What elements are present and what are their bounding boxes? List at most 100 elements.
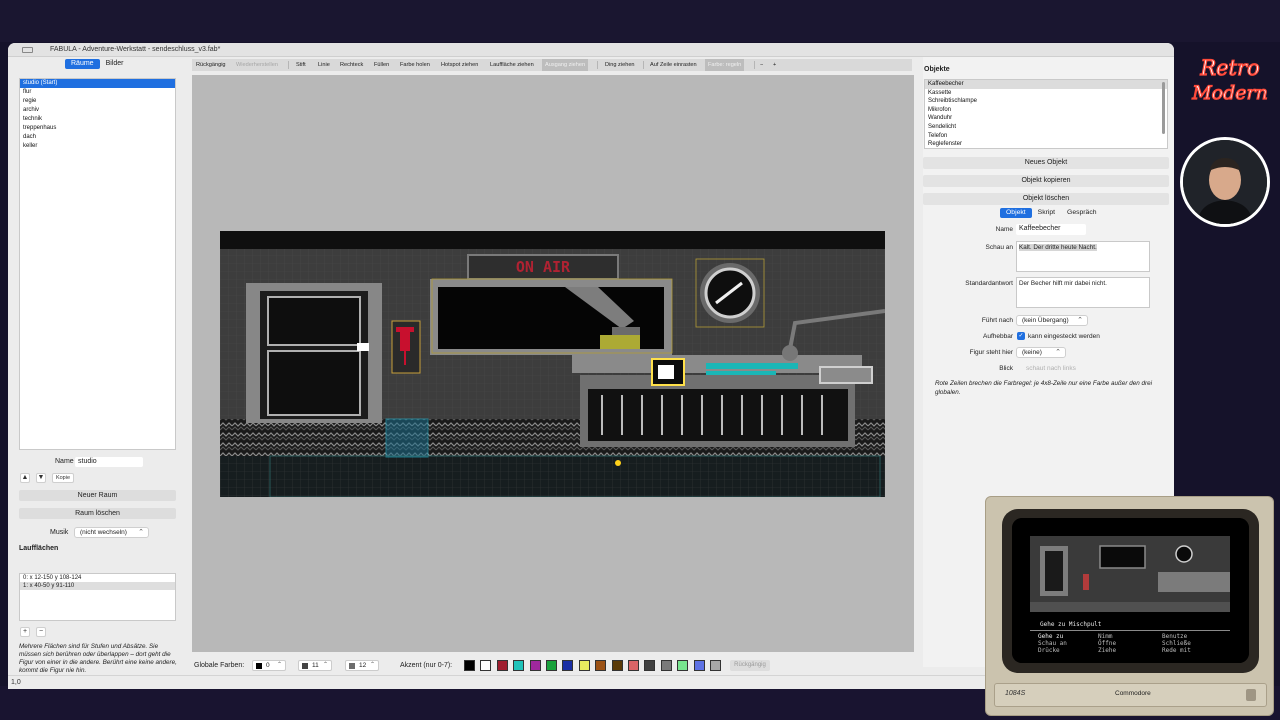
- list-item-object[interactable]: Kaffeebecher: [925, 80, 1167, 89]
- accent-color-swatch[interactable]: [611, 660, 623, 671]
- music-select[interactable]: (nicht wechseln): [74, 527, 149, 538]
- list-item-object[interactable]: Reglefenster: [925, 140, 1167, 149]
- tool-hotspot[interactable]: Hotspot ziehen: [441, 59, 478, 71]
- object-list[interactable]: Kaffeebecher Kassette Schreibtischlampe …: [924, 79, 1168, 149]
- global-color-select-1[interactable]: 0: [252, 660, 286, 671]
- redo-button[interactable]: Wiederherstellen: [236, 59, 278, 71]
- list-item-room[interactable]: treppenhaus: [20, 124, 175, 133]
- tool-pen[interactable]: Stift: [296, 59, 306, 71]
- crt-verb: Nimm: [1098, 633, 1113, 640]
- tool-pick-color[interactable]: Farbe holen: [400, 59, 430, 71]
- walkarea-list[interactable]: 0: x 12-150 y 108-124 1: x 40-50 y 91-11…: [19, 573, 176, 621]
- list-item-room[interactable]: studio (Start): [20, 79, 175, 88]
- copy-room-button[interactable]: Kopie: [52, 473, 74, 483]
- object-list-scrollbar[interactable]: [1162, 82, 1165, 134]
- undo-button[interactable]: Rückgängig: [196, 59, 226, 71]
- look-text-area[interactable]: Kalt. Der dritte heute Nacht.: [1016, 241, 1150, 272]
- leads-to-select[interactable]: (kein Übergang): [1016, 315, 1088, 326]
- zoom-readout: 1,0: [11, 679, 21, 686]
- monitor-base: 1084S Commodore: [994, 683, 1267, 707]
- tab-images[interactable]: Bilder: [100, 59, 130, 69]
- list-item-room[interactable]: keller: [20, 142, 175, 151]
- list-item-object[interactable]: Mikrofon: [925, 106, 1167, 115]
- crt-screen: Gehe zu Mischpult Gehe zu Nimm Benutze S…: [1012, 518, 1249, 663]
- new-object-button[interactable]: Neues Objekt: [923, 157, 1169, 169]
- accent-color-swatch[interactable]: [710, 660, 721, 671]
- object-name-field[interactable]: Kaffeebecher: [1016, 224, 1086, 235]
- accent-color-swatch[interactable]: [595, 660, 607, 671]
- tool-exit[interactable]: Ausgang ziehen: [542, 59, 589, 71]
- tab-object[interactable]: Objekt: [1000, 208, 1032, 218]
- retro-modern-logo: Retro Modern: [1191, 55, 1269, 104]
- figure-stands-select[interactable]: (keine): [1016, 347, 1066, 358]
- accent-color-swatch[interactable]: [578, 660, 590, 671]
- accent-color-swatch[interactable]: [628, 660, 639, 671]
- delete-room-button[interactable]: Raum löschen: [19, 508, 176, 519]
- list-item-object[interactable]: Wanduhr: [925, 114, 1167, 123]
- palette-reset-button[interactable]: Rückgängig: [730, 660, 770, 671]
- tool-rect[interactable]: Rechteck: [340, 59, 363, 71]
- room-list[interactable]: studio (Start) flur regie archiv technik…: [19, 78, 176, 450]
- zoom-out-button[interactable]: −: [760, 59, 763, 71]
- accent-color-swatch[interactable]: [529, 660, 541, 671]
- new-room-button[interactable]: Neuer Raum: [19, 490, 176, 501]
- crt-verb: Benutze: [1162, 633, 1188, 640]
- crt-verb: Schließe: [1162, 640, 1191, 647]
- accent-color-swatch[interactable]: [480, 660, 492, 671]
- accent-color-swatch[interactable]: [677, 660, 689, 671]
- accent-color-swatch[interactable]: [693, 660, 705, 671]
- accent-color-swatch[interactable]: [513, 660, 525, 671]
- view-label: Blick: [999, 365, 1013, 372]
- monitor-model-label: 1084S: [1005, 690, 1026, 697]
- pickup-checkbox[interactable]: ✓: [1017, 332, 1025, 340]
- list-item-walkarea[interactable]: 1: x 40-50 y 91-110: [20, 582, 175, 590]
- accent-color-swatch[interactable]: [562, 660, 574, 671]
- list-item-walkarea[interactable]: 0: x 12-150 y 108-124: [20, 574, 175, 582]
- tool-walkarea[interactable]: Lauffläche ziehen: [490, 59, 534, 71]
- list-item-object[interactable]: Telefon: [925, 132, 1167, 141]
- accent-color-swatch[interactable]: [464, 660, 475, 671]
- add-walkarea-button[interactable]: +: [20, 627, 30, 637]
- default-answer-text-area[interactable]: Der Becher hilft mir dabei nicht.: [1016, 277, 1150, 308]
- walkareas-title: Laufflächen: [19, 545, 59, 552]
- global-color-select-2[interactable]: 11: [298, 660, 332, 671]
- toolbar-separator: [754, 61, 755, 69]
- accent-color-swatch[interactable]: [496, 660, 508, 671]
- delete-object-button[interactable]: Objekt löschen: [923, 193, 1169, 205]
- list-item-room[interactable]: dach: [20, 133, 175, 142]
- room-name-field[interactable]: studio: [75, 457, 143, 467]
- accent-color-swatch[interactable]: [660, 660, 672, 671]
- snap-row-button[interactable]: Auf Zeile einrasten: [650, 59, 697, 71]
- room-scene[interactable]: ON AIR: [220, 231, 885, 497]
- tool-fill[interactable]: Füllen: [374, 59, 389, 71]
- list-item-object[interactable]: Kassette: [925, 89, 1167, 98]
- view-select[interactable]: schaut nach links: [1026, 365, 1076, 372]
- list-item-object[interactable]: Sendelicht: [925, 123, 1167, 132]
- room-canvas-area[interactable]: ON AIR: [192, 75, 914, 652]
- crt-verb: Drücke: [1038, 647, 1060, 654]
- remove-walkarea-button[interactable]: −: [36, 627, 46, 637]
- list-item-room[interactable]: regie: [20, 97, 175, 106]
- list-item-room[interactable]: technik: [20, 115, 175, 124]
- color-rule-button[interactable]: Farbe: regeln: [705, 59, 745, 71]
- drag-object-button[interactable]: Ding ziehen: [605, 59, 635, 71]
- room-pixel-art[interactable]: ON AIR: [220, 231, 885, 497]
- move-up-button[interactable]: ▲: [20, 473, 30, 483]
- list-item-room[interactable]: flur: [20, 88, 175, 97]
- accent-color-swatch[interactable]: [644, 660, 656, 671]
- accent-color-swatch[interactable]: [546, 660, 557, 671]
- tab-script[interactable]: Skript: [1032, 208, 1061, 218]
- global-color-select-3[interactable]: 12: [345, 660, 379, 671]
- list-item-room[interactable]: archiv: [20, 106, 175, 115]
- tab-rooms[interactable]: Räume: [65, 59, 100, 69]
- zoom-in-button[interactable]: +: [773, 59, 776, 71]
- move-down-button[interactable]: ▼: [36, 473, 46, 483]
- tab-conversation[interactable]: Gespräch: [1061, 208, 1102, 218]
- tool-line[interactable]: Linie: [318, 59, 330, 71]
- list-item-object[interactable]: Schreibtischlampe: [925, 97, 1167, 106]
- crt-verb: Gehe zu: [1038, 633, 1064, 640]
- look-text: Kalt. Der dritte heute Nacht.: [1019, 244, 1097, 251]
- walkarea-help-text: Mehrere Flächen sind für Stufen und Absä…: [19, 643, 177, 674]
- copy-object-button[interactable]: Objekt kopieren: [923, 175, 1169, 187]
- sidebar-toggle-icon[interactable]: [22, 47, 33, 53]
